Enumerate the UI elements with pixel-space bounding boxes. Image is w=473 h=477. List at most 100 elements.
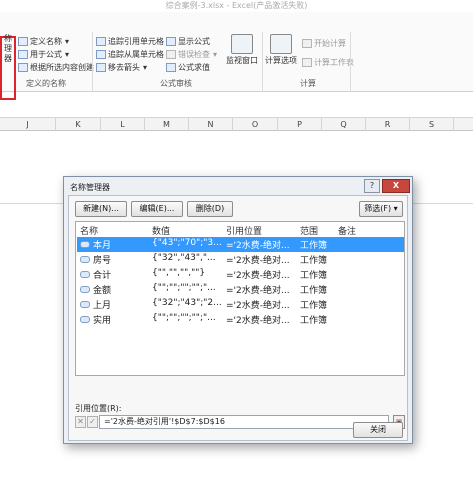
defined-names-group-label: 定义的名称 <box>26 79 66 88</box>
named-range-icon <box>80 301 90 308</box>
name-cell: 实用 <box>93 316 112 326</box>
scope-cell: 工作簿 <box>300 316 328 326</box>
column-header-N[interactable]: N <box>189 118 233 131</box>
evaluate-formula-button[interactable]: 公式求值 <box>166 62 210 73</box>
remove-arrows-label: 移去箭头 <box>108 63 140 72</box>
help-button[interactable]: ? <box>364 179 380 193</box>
remove-arrows-icon <box>96 63 106 72</box>
delete-button[interactable]: 删除(D) <box>187 201 233 217</box>
cancel-edit-icon[interactable]: ✕ <box>75 416 86 428</box>
new-button[interactable]: 新建(N)... <box>75 201 127 217</box>
scope-cell: 工作簿 <box>300 256 328 266</box>
value-cell: {"","","",""} <box>152 268 206 278</box>
refers-to-cell: ='2水费-绝对... <box>226 286 290 296</box>
edit-button[interactable]: 编辑(E)... <box>131 201 183 217</box>
remove-arrows-button[interactable]: 移去箭头 ▾ <box>96 62 147 73</box>
group-divider <box>92 32 93 92</box>
calc-now-button[interactable]: 开始计算 <box>302 38 346 49</box>
name-cell: 上月 <box>93 301 112 311</box>
create-from-selection-button[interactable]: 根据所选内容创建 <box>18 62 94 73</box>
refers-to-cell: ='2水费-绝对... <box>226 301 290 311</box>
trace-precedents-button[interactable]: 追踪引用单元格 <box>96 36 164 47</box>
calc-options-button[interactable]: 计算选项 <box>264 34 298 66</box>
error-checking-button[interactable]: 错误检查 ▾ <box>166 49 217 60</box>
dialog-close-x-button[interactable]: X <box>382 179 410 193</box>
name-cell: 合计 <box>93 271 112 281</box>
create-from-selection-label: 根据所选内容创建 <box>30 63 94 72</box>
name-cell: 本月 <box>93 241 112 251</box>
name-cell: 金额 <box>93 286 112 296</box>
glasses-icon <box>231 34 253 54</box>
define-name-button[interactable]: 定义名称 ▾ <box>18 36 69 47</box>
trace-precedents-label: 追踪引用单元格 <box>108 37 164 46</box>
value-cell: {"32";"43";"2... <box>152 298 222 308</box>
value-cell: {"";"";"";"";"... <box>152 313 216 323</box>
name-manager-label-2: 理器 <box>4 44 12 63</box>
name-manager-ribbon-button[interactable]: 称 理器 <box>1 34 15 64</box>
confirm-edit-icon[interactable]: ✓ <box>87 416 98 428</box>
names-list[interactable]: 名称 数值 引用位置 范围 备注 本月 {"43";"70";"3... ='2… <box>75 221 405 376</box>
name-manager-label-1: 称 <box>4 34 12 43</box>
filter-button[interactable]: 筛选(F) ▾ <box>359 201 403 217</box>
error-checking-label: 错误检查 <box>178 50 210 59</box>
refers-to-input[interactable]: ='2水费-绝对引用'!$D$7:$D$16 <box>99 415 389 429</box>
header-scope[interactable]: 范围 <box>300 224 318 237</box>
close-button[interactable]: 关闭 <box>353 422 403 438</box>
create-from-selection-icon <box>18 63 28 72</box>
name-row-selected[interactable]: 本月 {"43";"70";"3... ='2水费-绝对... 工作簿 <box>77 237 404 252</box>
value-cell: {"";"";"";"";"... <box>152 283 216 293</box>
show-formulas-button[interactable]: 显示公式 <box>166 36 210 47</box>
calc-sheet-button[interactable]: 计算工作表 <box>302 57 354 68</box>
column-header-Q[interactable]: Q <box>322 118 366 131</box>
use-in-formula-button[interactable]: 用于公式 ▾ <box>18 49 69 60</box>
header-refers-to[interactable]: 引用位置 <box>226 224 262 237</box>
calc-now-icon <box>302 39 312 48</box>
calculation-group-label: 计算 <box>300 79 316 88</box>
formulas-ribbon: 称 理器 定义名称 ▾ 用于公式 ▾ 根据所选内容创建 定义的名称 追踪引用单元… <box>0 12 473 100</box>
scope-cell: 工作簿 <box>300 286 328 296</box>
name-row[interactable]: 实用 {"";"";"";"";"... ='2水费-绝对... 工作簿 <box>77 312 404 327</box>
column-header-O[interactable]: O <box>233 118 278 131</box>
refers-to-cell: ='2水费-绝对... <box>226 241 290 251</box>
scope-cell: 工作簿 <box>300 301 328 311</box>
trace-dependents-label: 追踪从属单元格 <box>108 50 164 59</box>
window-title: 综合案例-3.xlsx - Excel(产品激活失败) <box>0 0 473 12</box>
error-checking-icon <box>166 50 176 59</box>
column-header-M[interactable]: M <box>145 118 189 131</box>
define-name-label: 定义名称 <box>30 37 62 46</box>
calc-sheet-label: 计算工作表 <box>314 58 354 67</box>
refers-to-label: 引用位置(R): <box>75 404 122 413</box>
column-header-P[interactable]: P <box>278 118 322 131</box>
column-headers: J K L M N O P Q R S <box>0 117 473 131</box>
header-comment[interactable]: 备注 <box>338 224 356 237</box>
name-row[interactable]: 合计 {"","","",""} ='2水费-绝对... 工作簿 <box>77 267 404 282</box>
name-row[interactable]: 房号 {"32","43","... ='2水费-绝对... 工作簿 <box>77 252 404 267</box>
refers-to-cell: ='2水费-绝对... <box>226 271 290 281</box>
scope-cell: 工作簿 <box>300 271 328 281</box>
column-header-L[interactable]: L <box>101 118 145 131</box>
header-value[interactable]: 数值 <box>152 224 170 237</box>
name-row[interactable]: 上月 {"32";"43";"2... ='2水费-绝对... 工作簿 <box>77 297 404 312</box>
column-header-S[interactable]: S <box>410 118 454 131</box>
name-manager-dialog: 名称管理器 ? X 新建(N)... 编辑(E)... 删除(D) 筛选(F) … <box>63 176 413 444</box>
formula-auditing-group-label: 公式审核 <box>160 79 192 88</box>
name-cell: 房号 <box>93 256 112 266</box>
trace-dependents-button[interactable]: 追踪从属单元格 <box>96 49 164 60</box>
calc-sheet-icon <box>302 58 312 67</box>
watch-window-button[interactable]: 监视窗口 <box>224 34 260 66</box>
header-name[interactable]: 名称 <box>80 224 98 237</box>
chevron-down-icon: ▾ <box>65 37 70 46</box>
show-formulas-label: 显示公式 <box>178 37 210 46</box>
trace-precedents-icon <box>96 37 106 46</box>
column-header-K[interactable]: K <box>56 118 101 131</box>
name-row[interactable]: 金额 {"";"";"";"";"... ='2水费-绝对... 工作簿 <box>77 282 404 297</box>
column-header-J[interactable]: J <box>0 118 56 131</box>
named-range-icon <box>80 256 90 263</box>
group-divider <box>262 32 263 92</box>
column-header-R[interactable]: R <box>366 118 410 131</box>
value-cell: {"43";"70";"3... <box>152 238 222 248</box>
named-range-icon <box>80 316 90 323</box>
chevron-down-icon: ▾ <box>65 50 70 59</box>
dialog-body: 新建(N)... 编辑(E)... 删除(D) 筛选(F) ▾ 名称 数值 引用… <box>68 195 408 441</box>
evaluate-formula-icon <box>166 63 176 72</box>
